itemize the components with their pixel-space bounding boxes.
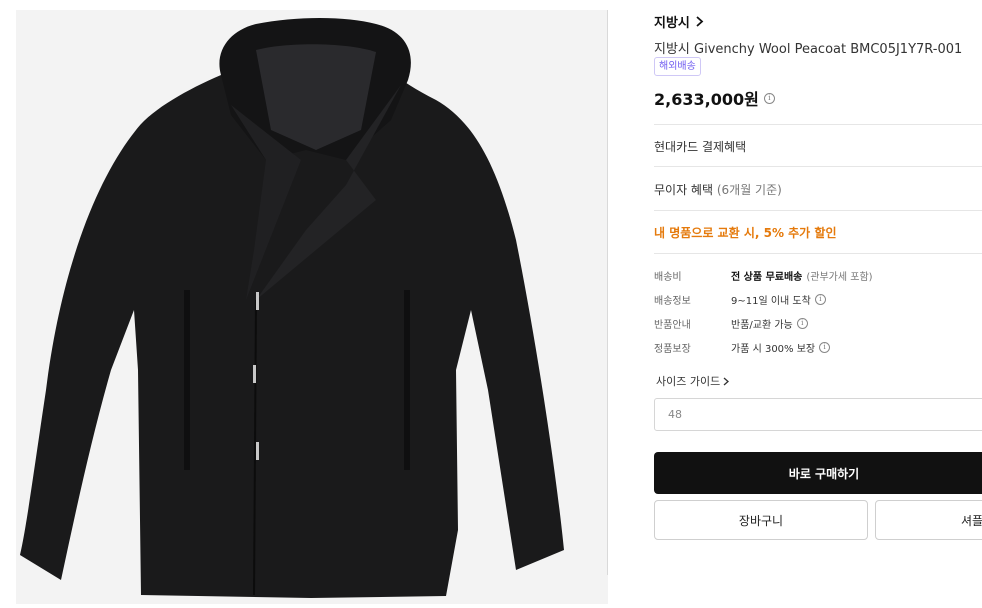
return-info-label: 반품안내: [654, 320, 691, 331]
installment-sub: (6개월 기준): [716, 183, 782, 197]
product-info-panel: 지방시 지방시 Givenchy Wool Peacoat BMC05J1Y7R…: [654, 0, 982, 608]
return-info-value: 반품/교환 가능: [731, 320, 793, 331]
image-divider: [607, 10, 608, 575]
divider: [654, 210, 982, 211]
installment-benefit-link[interactable]: 무이자 혜택 (6개월 기준): [654, 181, 782, 198]
info-icon[interactable]: i: [796, 318, 808, 329]
authenticity-value: 가품 시 300% 보장: [731, 344, 816, 355]
trade-in-promo[interactable]: 내 명품으로 교환 시, 5% 추가 할인: [654, 224, 836, 241]
info-icon[interactable]: i: [819, 342, 831, 353]
product-name: 지방시 Givenchy Wool Peacoat BMC05J1Y7R-001: [654, 42, 963, 57]
size-selected-value: 48: [668, 408, 682, 421]
add-to-cart-button[interactable]: 장바구니: [654, 500, 868, 540]
price-row: 2,633,000원 i: [654, 86, 775, 110]
size-guide-label: 사이즈 가이드: [656, 375, 721, 388]
divider: [654, 166, 982, 167]
return-info-row: 반품안내 반품/교환 가능 i: [654, 316, 808, 331]
info-icon[interactable]: i: [763, 92, 775, 104]
coat-illustration: [16, 10, 608, 604]
shipping-fee-row: 배송비 전 상품 무료배송 (관부가세 포함): [654, 268, 873, 283]
size-select[interactable]: 48: [654, 398, 982, 431]
size-guide-link[interactable]: 사이즈 가이드: [656, 373, 730, 389]
brand-name: 지방시: [654, 16, 690, 31]
installment-main: 무이자 혜택: [654, 183, 714, 197]
info-icon[interactable]: i: [814, 294, 826, 305]
overseas-shipping-badge: 해외배송: [654, 57, 701, 76]
chevron-right-icon: [723, 377, 730, 385]
product-image[interactable]: [16, 10, 608, 604]
delivery-info-row: 배송정보 9~11일 이내 도착 i: [654, 292, 826, 307]
buy-now-button[interactable]: 바로 구매하기: [654, 452, 982, 494]
shipping-fee-note: (관부가세 포함): [806, 272, 873, 283]
product-price: 2,633,000원: [654, 90, 759, 109]
authenticity-label: 정품보장: [654, 344, 691, 355]
delivery-info-label: 배송정보: [654, 296, 691, 307]
shipping-fee-label: 배송비: [654, 272, 682, 283]
chevron-right-icon: [696, 16, 704, 27]
divider: [654, 124, 982, 125]
shuffle-button[interactable]: 셔플: [875, 500, 982, 540]
shipping-fee-value: 전 상품 무료배송: [731, 272, 803, 283]
authenticity-row: 정품보장 가품 시 300% 보장 i: [654, 340, 831, 355]
card-benefit-link[interactable]: 현대카드 결제혜택: [654, 138, 746, 155]
delivery-info-value: 9~11일 이내 도착: [731, 296, 811, 307]
divider: [654, 253, 982, 254]
brand-link[interactable]: 지방시: [654, 12, 704, 31]
